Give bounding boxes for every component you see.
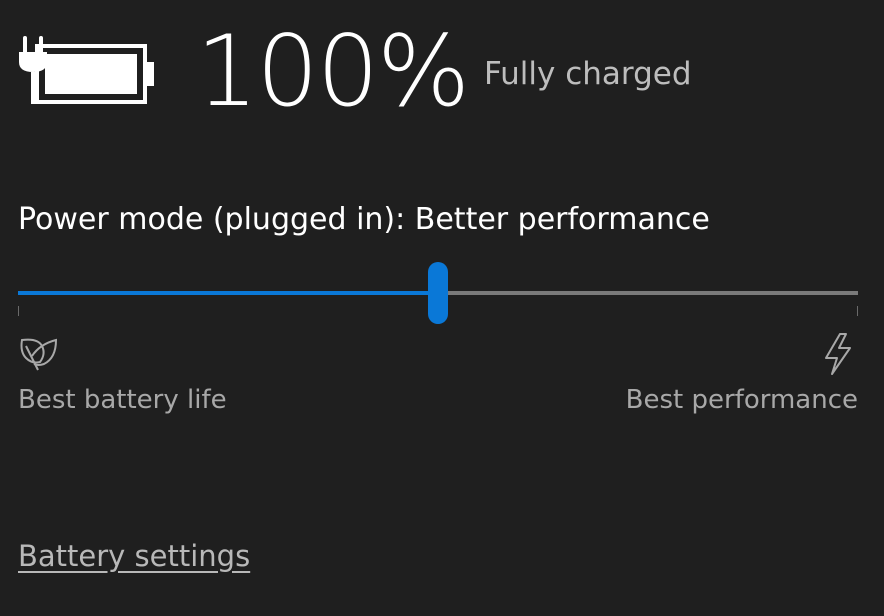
power-mode-slider[interactable]: [18, 262, 858, 324]
charge-status: Fully charged: [484, 56, 692, 92]
slider-thumb[interactable]: [428, 262, 448, 324]
battery-plugged-icon: [19, 36, 154, 104]
battery-flyout: 100% Fully charged Power mode (plugged i…: [0, 0, 884, 616]
best-battery-life-label: Best battery life: [18, 385, 227, 415]
battery-settings-link[interactable]: Battery settings: [18, 534, 250, 578]
slider-tick-max: [857, 306, 858, 316]
best-performance-label: Best performance: [625, 385, 858, 415]
slider-tick-min: [18, 306, 19, 316]
slider-fill: [18, 291, 438, 295]
lightning-bolt-icon: [825, 333, 851, 375]
power-mode-label: Power mode (plugged in): Better performa…: [18, 202, 710, 237]
leaf-icon: [20, 338, 58, 371]
battery-percentage: 100%: [196, 15, 470, 129]
